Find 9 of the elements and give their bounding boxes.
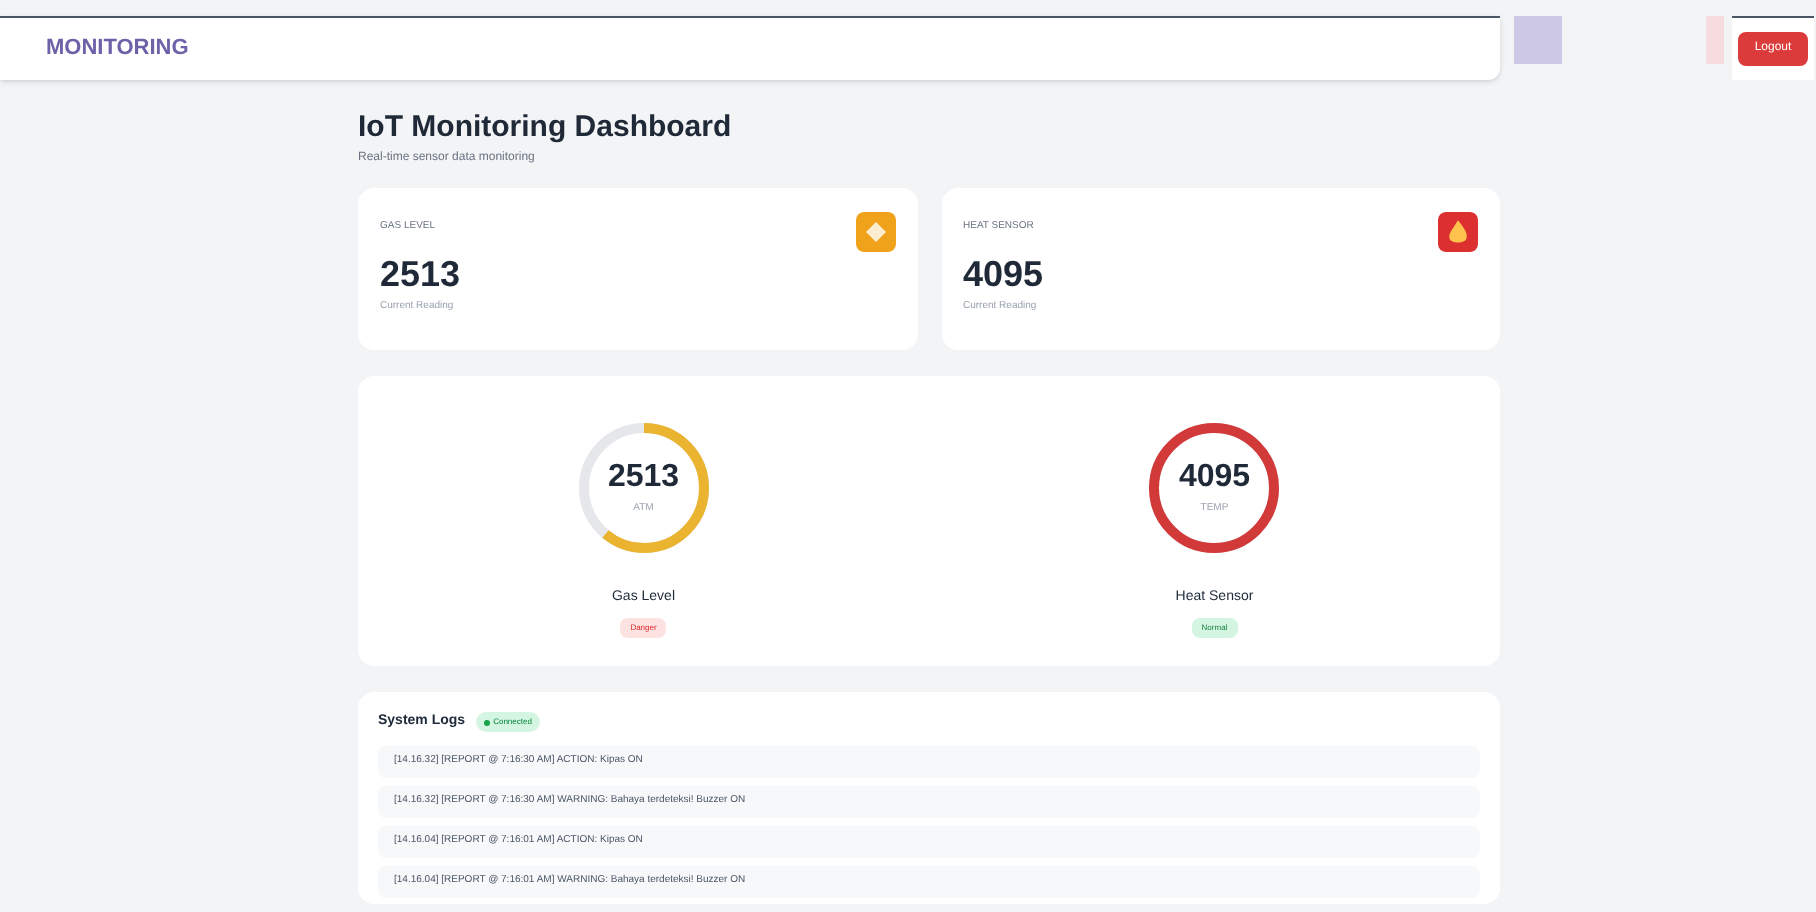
brand-title: MONITORING xyxy=(46,34,189,65)
card-value: 4095 xyxy=(963,251,1044,295)
gauge-value: 4095 xyxy=(1178,459,1251,496)
gauge-ring xyxy=(575,420,712,556)
page-title: IoT Monitoring Dashboard xyxy=(358,108,734,148)
gauge-ring xyxy=(1146,420,1283,556)
dot-icon xyxy=(483,719,490,726)
gauge-value: 2513 xyxy=(607,459,680,496)
card-value: 2513 xyxy=(380,251,461,295)
